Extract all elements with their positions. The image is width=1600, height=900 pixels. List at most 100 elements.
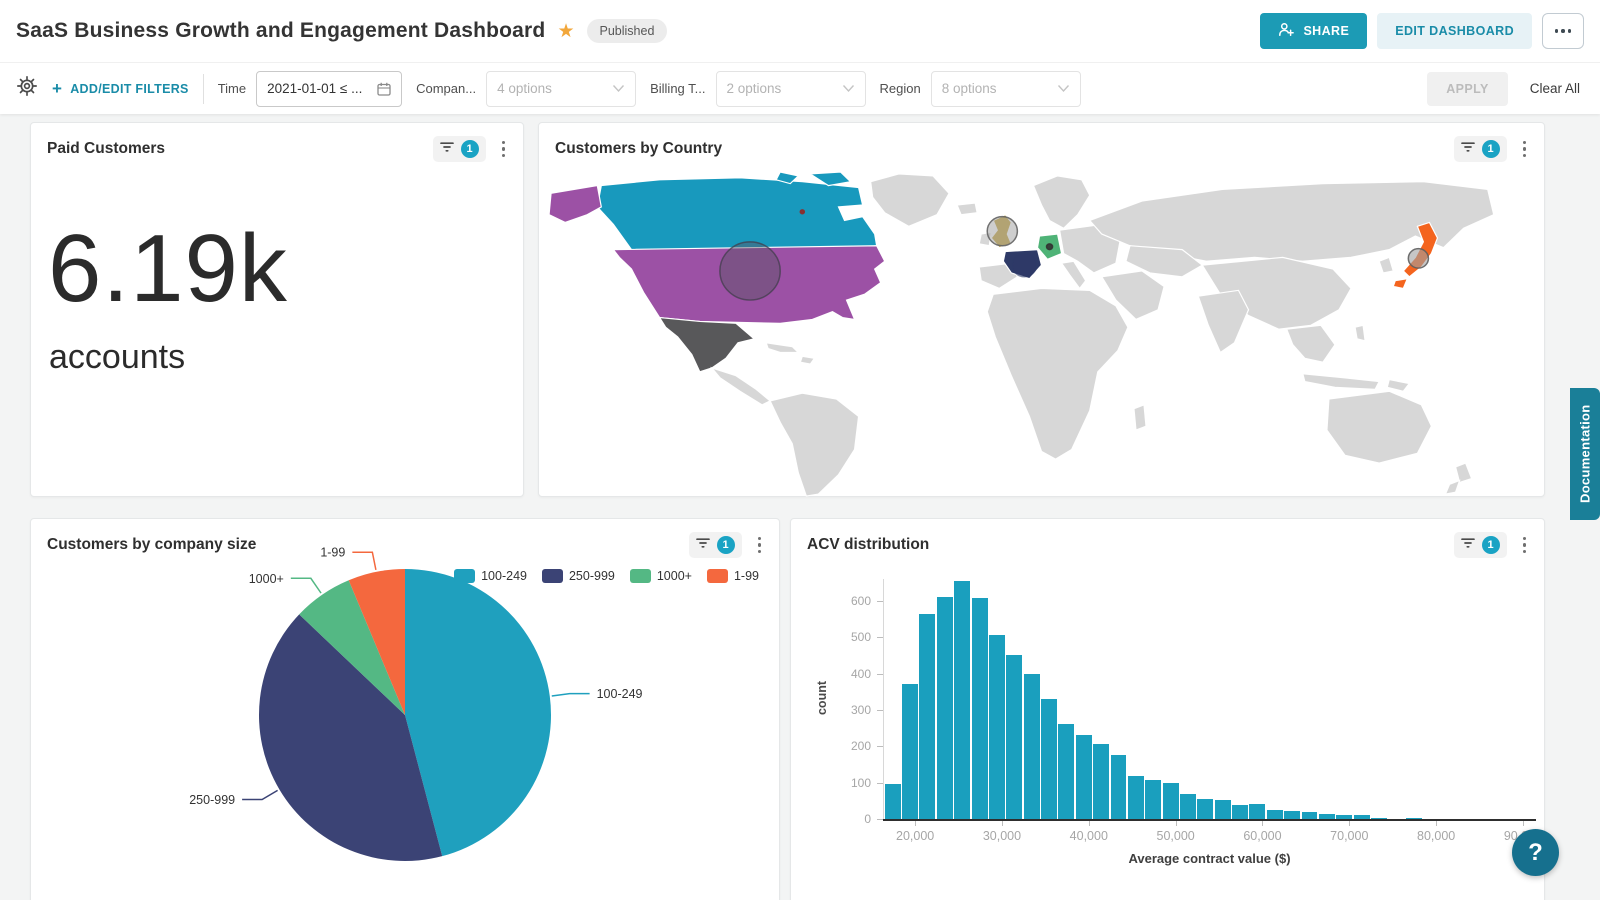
map-country-japan-south[interactable]	[1393, 279, 1407, 289]
histogram-bar[interactable]	[1163, 783, 1179, 819]
map-region-indonesia	[1303, 374, 1410, 391]
map-region-italy	[1062, 261, 1086, 288]
top-header: SaaS Business Growth and Engagement Dash…	[0, 0, 1600, 62]
filter-value: 4 options	[497, 81, 552, 96]
histogram-bar[interactable]	[1093, 744, 1109, 819]
filter-count-badge[interactable]: 1	[1482, 140, 1500, 158]
map-region-africa	[987, 288, 1128, 459]
filter-dropdown[interactable]: 8 options	[931, 71, 1081, 107]
map-bubble-united-kingdom[interactable]	[987, 217, 1017, 246]
widget-menu-kebab-icon[interactable]	[1519, 533, 1531, 558]
map-region-madagascar	[1134, 405, 1146, 430]
filter-lines-icon	[1461, 140, 1475, 158]
filter-group-time: Time2021-01-01 ≤ ...	[218, 71, 402, 107]
favorite-star-icon[interactable]: ★	[557, 20, 574, 43]
histogram-bar[interactable]	[1128, 776, 1144, 819]
histogram-bar[interactable]	[1076, 735, 1092, 819]
legend-swatch	[630, 569, 651, 583]
filter-count-badge[interactable]: 1	[717, 536, 735, 554]
histogram-bar[interactable]	[1024, 674, 1040, 819]
pie-slice-label: 100-249	[597, 687, 643, 701]
map-bubble-united-states[interactable]	[720, 242, 780, 300]
histogram-bar[interactable]	[1006, 655, 1022, 819]
histogram-bar[interactable]	[954, 581, 970, 819]
widget-filter-chip[interactable]: 1	[689, 532, 742, 558]
histogram-bar[interactable]	[989, 635, 1005, 819]
filter-count-badge[interactable]: 1	[1482, 536, 1500, 554]
map-bubble-canada[interactable]	[800, 210, 804, 214]
map-country-usa-alaska[interactable]	[549, 186, 601, 223]
map-bubble-germany[interactable]	[1047, 244, 1053, 250]
legend-item-250-999[interactable]: 250-999	[542, 569, 615, 583]
pie-callout-line	[291, 578, 321, 593]
y-tick	[877, 710, 883, 711]
filter-dropdown[interactable]: 2 options	[716, 71, 866, 107]
histogram-bar[interactable]	[972, 598, 988, 819]
help-button[interactable]: ?	[1512, 829, 1559, 876]
y-axis-title: count	[815, 681, 829, 715]
legend-item-1000+[interactable]: 1000+	[630, 569, 692, 583]
apply-filters-button[interactable]: APPLY	[1427, 72, 1508, 106]
documentation-side-tab[interactable]: Documentation	[1570, 388, 1600, 520]
widget-filter-chip[interactable]: 1	[1454, 532, 1507, 558]
filter-dropdown[interactable]: 4 options	[486, 71, 636, 107]
histogram-bar[interactable]	[1249, 804, 1265, 819]
histogram-bar[interactable]	[1058, 724, 1074, 819]
histogram-bar[interactable]	[1180, 794, 1196, 819]
legend-label: 100-249	[481, 569, 527, 583]
histogram-bar[interactable]	[1111, 755, 1127, 819]
clear-all-filters-link[interactable]: Clear All	[1530, 81, 1580, 96]
filter-group-region: Region 8 options	[880, 71, 1081, 107]
x-tick-label: 30,000	[965, 829, 1039, 843]
widget-filter-chip[interactable]: 1	[433, 136, 486, 162]
legend-item-1-99[interactable]: 1-99	[707, 569, 759, 583]
histogram-bar[interactable]	[919, 614, 935, 819]
histogram-bar[interactable]	[1302, 812, 1318, 819]
histogram-bar[interactable]	[1215, 800, 1231, 819]
plus-icon: +	[52, 79, 62, 99]
histogram-bar[interactable]	[1041, 699, 1057, 819]
map-bubble-france[interactable]	[1012, 253, 1036, 276]
map-country-mexico[interactable]	[660, 318, 754, 372]
y-tick-label: 400	[827, 667, 871, 681]
widget-menu-kebab-icon[interactable]	[498, 137, 510, 162]
map-bubble-japan[interactable]	[1408, 249, 1428, 268]
histogram-bar[interactable]	[1284, 811, 1300, 819]
legend-item-100-249[interactable]: 100-249	[454, 569, 527, 583]
edit-dashboard-button[interactable]: EDIT DASHBOARD	[1377, 13, 1532, 49]
pie-callout-line	[242, 790, 277, 799]
histogram-bar[interactable]	[1197, 799, 1213, 819]
histogram-bar[interactable]	[902, 684, 918, 819]
map-country-canada[interactable]	[597, 178, 876, 254]
histogram-bar[interactable]	[1267, 810, 1283, 819]
date-filter-input[interactable]: 2021-01-01 ≤ ...	[256, 71, 402, 107]
map-region-scandinavia	[1033, 176, 1089, 228]
widget-filter-chip[interactable]: 1	[1454, 136, 1507, 162]
histogram-bar[interactable]	[885, 784, 901, 819]
page-title: SaaS Business Growth and Engagement Dash…	[16, 19, 545, 43]
x-tick	[1349, 821, 1350, 826]
customers-by-country-card: Customers by Country 1	[538, 122, 1545, 497]
x-axis-title: Average contract value ($)	[883, 851, 1536, 866]
add-edit-filters-button[interactable]: + ADD/EDIT FILTERS	[52, 79, 189, 99]
map-region-south-america	[770, 393, 858, 496]
share-button[interactable]: SHARE	[1260, 13, 1367, 49]
filter-groups: Time2021-01-01 ≤ ...Compan...4 optionsBi…	[218, 71, 1081, 107]
widget-menu-kebab-icon[interactable]	[754, 533, 766, 558]
histogram-bar[interactable]	[1145, 780, 1161, 819]
widget-menu-kebab-icon[interactable]	[1519, 137, 1531, 162]
filter-count-badge[interactable]: 1	[461, 140, 479, 158]
map-region-korea	[1379, 257, 1393, 273]
x-tick	[1523, 821, 1524, 826]
kpi-unit-label: accounts	[49, 338, 523, 377]
filter-label: Region	[880, 81, 921, 96]
calendar-icon	[377, 82, 391, 96]
legend-swatch	[542, 569, 563, 583]
filters-settings-gear-icon[interactable]	[16, 75, 38, 102]
map-region-greenland	[871, 174, 949, 226]
more-options-button[interactable]	[1542, 13, 1584, 49]
card-title: ACV distribution	[807, 536, 1454, 554]
histogram-bar[interactable]	[937, 597, 953, 819]
map-region-iceland	[957, 203, 977, 215]
histogram-bar[interactable]	[1232, 805, 1248, 819]
